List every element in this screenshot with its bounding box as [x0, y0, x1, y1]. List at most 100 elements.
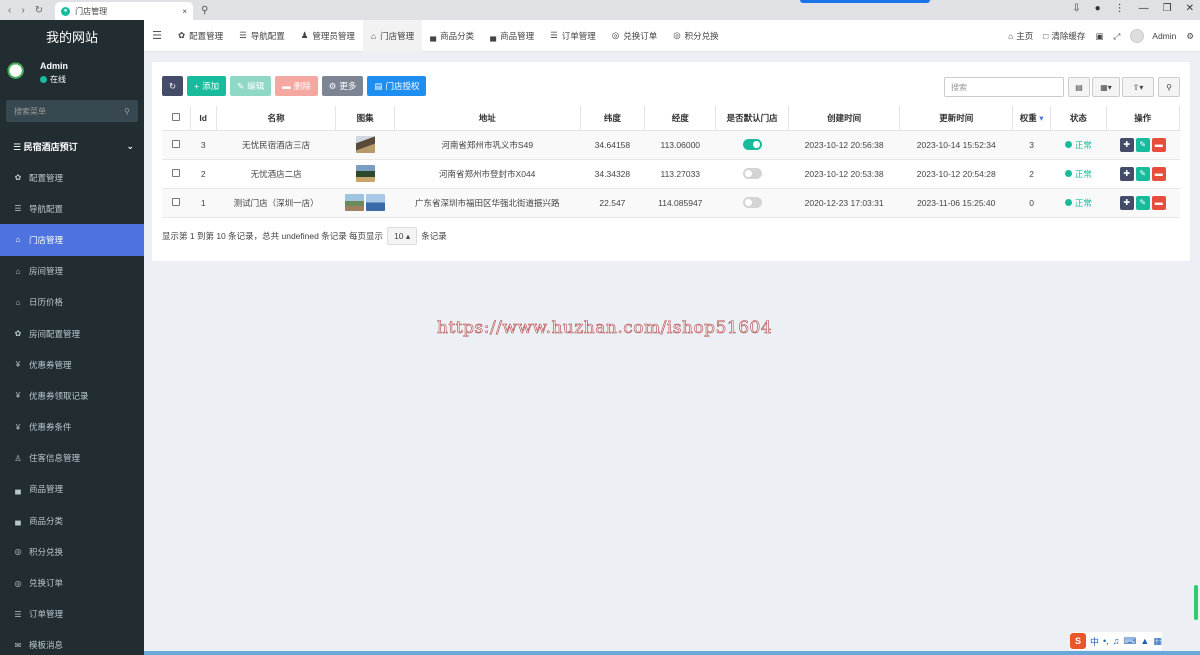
back-icon[interactable]: ‹	[8, 5, 11, 16]
gallery-thumbnail[interactable]	[355, 165, 375, 182]
ime-punct[interactable]: •,	[1103, 636, 1109, 646]
site-logo[interactable]: 我的网站	[0, 20, 144, 52]
nav-tab-8[interactable]: ◎ 积分兑换	[665, 20, 726, 52]
nav-tab-3[interactable]: ⌂ 门店管理	[362, 19, 423, 52]
restore-icon[interactable]: ❐	[1163, 3, 1172, 14]
col-name[interactable]: 名称	[216, 106, 337, 131]
hamburger-icon[interactable]: ☰	[144, 29, 170, 42]
globe-icon[interactable]: ●	[1095, 3, 1101, 14]
sidebar-item-14[interactable]: ☰ 订单管理	[0, 599, 144, 630]
page-size-select[interactable]: 10 ▴	[387, 227, 418, 245]
sidebar-item-15[interactable]: ✉ 模板消息	[0, 630, 144, 655]
cell-id: 2	[190, 159, 217, 189]
drag-sort-icon[interactable]: ✚	[1119, 137, 1134, 152]
sidebar-item-0[interactable]: ✿ 配置管理	[0, 162, 144, 193]
row-checkbox[interactable]	[172, 168, 181, 177]
sidebar-item-5[interactable]: ✿ 房间配置管理	[0, 318, 144, 349]
drag-sort-icon[interactable]: ✚	[1119, 195, 1134, 210]
nav-tab-6[interactable]: ☰ 订单管理	[542, 20, 604, 52]
sidebar-group-hotel[interactable]: ☰ 民宿酒店预订 ⌄	[0, 130, 144, 162]
home-link[interactable]: ⌂ 主页	[1008, 30, 1033, 42]
columns-button[interactable]: ▦▾	[1092, 77, 1120, 97]
translate-icon[interactable]: ▣	[1095, 31, 1103, 42]
gallery-thumbnail[interactable]	[355, 136, 375, 153]
keyboard-icon[interactable]: ⌨	[1123, 636, 1136, 647]
sidebar-item-1[interactable]: ☰ 导航配置	[0, 193, 144, 224]
menu-dots-icon[interactable]: ⋮	[1115, 3, 1125, 14]
edit-button[interactable]: ✎ 编辑	[230, 76, 272, 96]
more-button[interactable]: ⚙ 更多	[321, 76, 364, 96]
status-dot-icon	[1064, 199, 1072, 206]
admin-menu[interactable]: Admin	[1130, 29, 1176, 43]
nav-tab-4[interactable]: ▄ 商品分类	[422, 20, 482, 52]
default-toggle[interactable]	[742, 197, 762, 209]
ime-lang[interactable]: 中	[1090, 635, 1099, 648]
row-edit-icon[interactable]: ✎	[1135, 137, 1150, 152]
sidebar-item-2[interactable]: ⌂ 门店管理	[0, 224, 144, 256]
sidebar-item-11[interactable]: ▄ 商品分类	[0, 505, 144, 536]
drag-sort-icon[interactable]: ✚	[1119, 166, 1134, 181]
user-panel: Admin 在线	[0, 52, 144, 94]
advanced-search-button[interactable]: ⚲	[1158, 77, 1180, 97]
nav-tab-icon: ◎	[673, 30, 681, 40]
col-id[interactable]: Id	[190, 106, 217, 131]
fullscreen-icon[interactable]: ⤢	[1113, 31, 1120, 42]
download-icon[interactable]: ⇩	[1072, 3, 1080, 14]
sidebar-item-13[interactable]: ◎ 兑换订单	[0, 567, 144, 598]
row-checkbox[interactable]	[172, 139, 181, 148]
sidebar-item-7[interactable]: ¥ 优惠券领取记录	[0, 380, 144, 411]
browser-search-icon[interactable]: ⚲	[201, 5, 208, 16]
default-toggle[interactable]	[742, 139, 762, 151]
row-edit-icon[interactable]: ✎	[1135, 166, 1150, 181]
clear-cache-link[interactable]: □ 清除缓存	[1043, 30, 1085, 42]
browser-tab[interactable]: ● 门店管理 ×	[55, 2, 194, 20]
reload-icon[interactable]: ↻	[35, 5, 43, 16]
authorize-button[interactable]: ▤ 门店授权	[367, 76, 427, 96]
nav-tab-0[interactable]: ✿ 配置管理	[170, 20, 231, 52]
table-row[interactable]: 2 无忧酒店二店 河南省郑州市登封市X044 34.34328 113.27033 202…	[162, 159, 1180, 189]
add-button[interactable]: + 添加	[187, 76, 227, 96]
nav-tab-5[interactable]: ▄ 商品管理	[482, 20, 542, 52]
search-icon[interactable]: ⚲	[124, 107, 130, 116]
sidebar-item-3[interactable]: ⌂ 房间管理	[0, 256, 144, 287]
gallery-thumbnail[interactable]	[366, 194, 386, 211]
settings-gear-icon[interactable]: ⚙	[1186, 31, 1194, 42]
select-all-checkbox[interactable]	[171, 112, 180, 121]
nav-tab-7[interactable]: ◎ 兑换订单	[604, 20, 665, 52]
row-delete-icon[interactable]: ▬	[1151, 137, 1166, 152]
nav-tab-2[interactable]: ♟ 管理员管理	[293, 20, 363, 52]
nav-tab-1[interactable]: ☰ 导航配置	[231, 20, 293, 52]
sidebar-item-10[interactable]: ▄ 商品管理	[0, 474, 144, 505]
sidebar-item-6[interactable]: ¥ 优惠券管理	[0, 349, 144, 380]
delete-button[interactable]: ▬ 删除	[275, 76, 318, 96]
gallery-thumbnail[interactable]	[345, 194, 365, 211]
sidebar-item-12[interactable]: ◎ 积分兑换	[0, 536, 144, 567]
mic-icon[interactable]: ♫	[1113, 636, 1120, 646]
sidebar-item-4[interactable]: ⌂ 日历价格	[0, 287, 144, 318]
sidebar-item-label: 住客信息管理	[29, 453, 81, 464]
sidebar-search-input[interactable]: 搜索菜单 ⚲	[6, 100, 138, 122]
minimize-icon[interactable]: —	[1139, 3, 1149, 14]
tab-close-icon[interactable]: ×	[182, 7, 187, 16]
forward-icon[interactable]: ›	[21, 5, 24, 16]
row-delete-icon[interactable]: ▬	[1151, 166, 1166, 181]
toggle-view-button[interactable]: ▤	[1068, 77, 1090, 97]
table-row[interactable]: 3 无忧民宿酒店三店 河南省郑州市巩义市S49 34.64158 113.06000 20…	[162, 130, 1180, 160]
row-edit-icon[interactable]: ✎	[1135, 195, 1150, 210]
shirt-icon[interactable]: ▲	[1140, 636, 1149, 646]
grid-menu-icon[interactable]: ▦	[1153, 636, 1162, 647]
col-weight[interactable]: 权重 ▾	[1012, 106, 1052, 131]
table-search-input[interactable]: 搜索	[944, 77, 1064, 97]
sidebar-item-8[interactable]: ¥ 优惠券条件	[0, 412, 144, 443]
card-icon: ▤	[374, 80, 383, 91]
refresh-button[interactable]: ↻	[162, 76, 184, 96]
default-toggle[interactable]	[742, 168, 762, 180]
table-row[interactable]: 1 测试门店（深圳一店） 广东省深圳市福田区华强北街道振兴路 22.547 114.08…	[162, 188, 1180, 218]
export-button[interactable]: ⇧▾	[1122, 77, 1154, 97]
row-delete-icon[interactable]: ▬	[1151, 195, 1166, 210]
row-checkbox[interactable]	[172, 197, 181, 206]
scroll-indicator[interactable]	[1194, 585, 1198, 620]
sidebar-item-9[interactable]: ♙ 住客信息管理	[0, 443, 144, 474]
ime-logo-icon[interactable]: S	[1070, 633, 1086, 649]
window-close-icon[interactable]: ✕	[1186, 3, 1194, 14]
